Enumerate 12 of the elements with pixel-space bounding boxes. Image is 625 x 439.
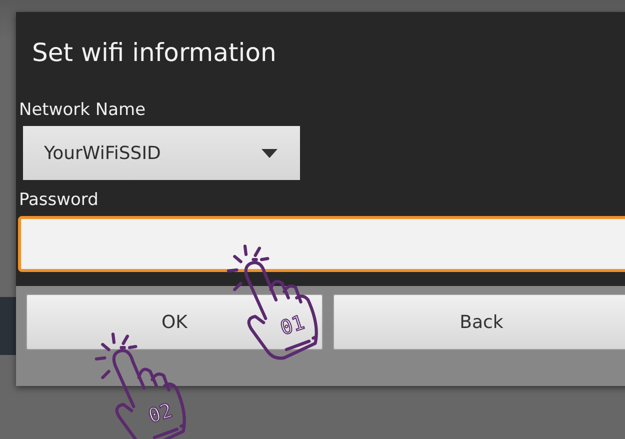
caret-icon (261, 148, 278, 158)
pointing-hand-icon (226, 244, 318, 360)
step-number: 02 (146, 398, 176, 428)
network-dropdown[interactable]: YourWiFiSSID (23, 126, 300, 180)
field-label: Password (18, 190, 100, 210)
password-field[interactable] (18, 216, 625, 272)
dialog-button[interactable]: Back (333, 294, 625, 350)
step-number: 01 (278, 310, 308, 340)
pointing-hand-icon (94, 332, 186, 439)
background-panel (0, 297, 16, 355)
dialog-title: Set wifi information (31, 37, 278, 69)
field-label: Network Name (18, 100, 147, 120)
